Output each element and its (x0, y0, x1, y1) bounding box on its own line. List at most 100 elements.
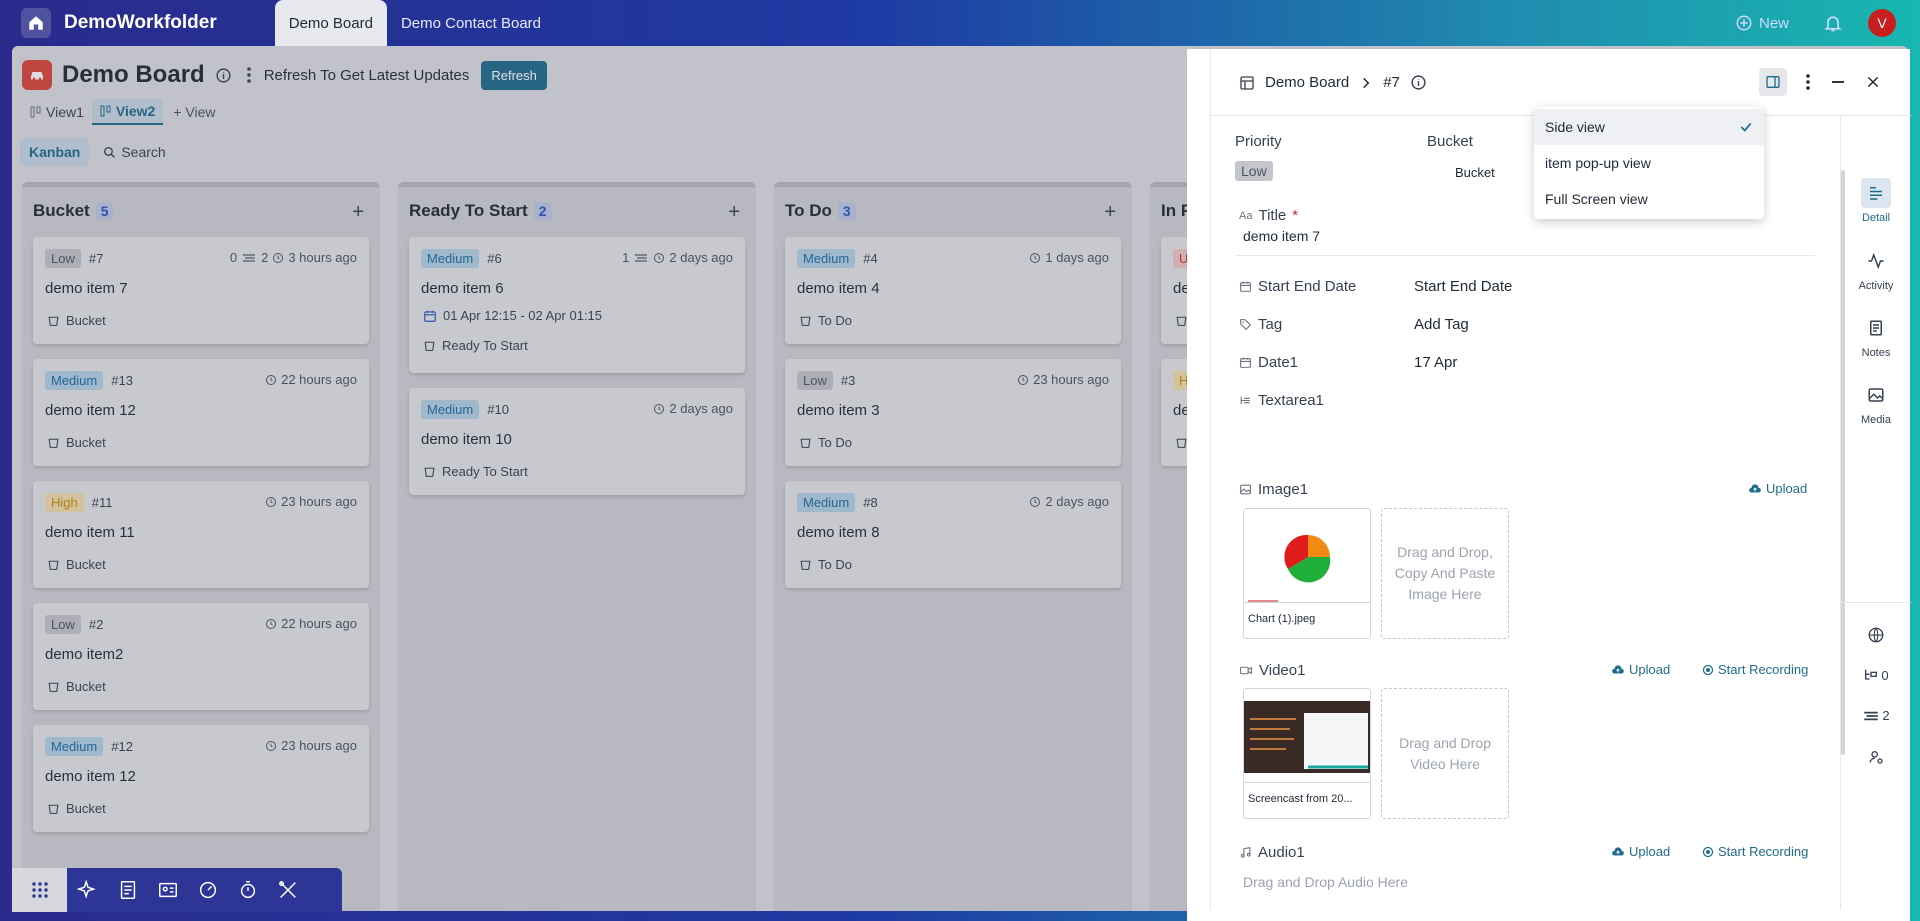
kebab-icon[interactable] (1805, 73, 1811, 91)
card-time: 2 days ago (669, 401, 733, 416)
start-end-date-field[interactable]: Start End Date (1414, 278, 1512, 295)
dropdown-item-popup-view[interactable]: item pop-up view (1534, 145, 1764, 181)
rail-tab-detail[interactable]: Detail (1841, 178, 1911, 224)
new-button[interactable]: New (1735, 14, 1789, 32)
rail-tab-media[interactable]: Media (1841, 380, 1911, 426)
dropdown-item-side-view[interactable]: Side view (1534, 109, 1764, 145)
add-card-button[interactable]: + (728, 201, 740, 224)
timer-icon[interactable] (237, 879, 259, 901)
priority-select[interactable]: Low (1235, 161, 1273, 181)
kebab-icon (246, 67, 251, 83)
bucket-icon (800, 438, 811, 448)
rail-tab-activity[interactable]: Activity (1841, 246, 1911, 292)
card-title: demo item 12 (45, 402, 136, 419)
kanban-card[interactable]: Medium #6 1 2 days ago demo item 6 01 Apr… (409, 237, 745, 373)
video-start-recording-button[interactable]: Start Recording (1702, 662, 1808, 677)
minimize-icon[interactable] (1829, 73, 1847, 91)
tab-demo-contact-board[interactable]: Demo Contact Board (387, 0, 555, 46)
document-icon[interactable] (117, 879, 139, 901)
view-mode-dropdown: Side view item pop-up view Full Screen v… (1534, 107, 1764, 219)
title-input[interactable]: demo item 7 (1235, 222, 1815, 256)
rail-linked-count[interactable]: 2 (1841, 708, 1911, 723)
chevron-right-icon (1363, 77, 1370, 88)
audio-start-recording-button[interactable]: Start Recording (1702, 844, 1808, 859)
add-card-button[interactable]: + (1104, 201, 1116, 224)
rail-count-a: 0 (1881, 667, 1889, 683)
kanban-card[interactable]: Low #7 0 2 3 hours ago demo item 7 Bucket (33, 237, 369, 344)
priority-badge: Low (797, 371, 833, 390)
rail-tab-notes[interactable]: Notes (1841, 313, 1911, 359)
card-id: #3 (840, 373, 856, 388)
close-icon[interactable] (1865, 74, 1881, 90)
board-menu-button[interactable] (246, 66, 252, 84)
video-dropzone[interactable]: Drag and Drop Video Here (1381, 688, 1509, 819)
clock-icon (654, 252, 665, 263)
apps-button[interactable] (12, 868, 67, 912)
top-bar: DemoWorkfolder Demo Board Demo Contact B… (0, 0, 1920, 46)
image-upload-button[interactable]: Upload (1748, 481, 1807, 496)
search-button[interactable]: Search (103, 144, 166, 160)
audio-dropzone[interactable]: Drag and Drop Audio Here (1243, 874, 1408, 890)
column-title: To Do (785, 201, 832, 220)
sparkle-icon[interactable] (77, 879, 99, 901)
subitems-icon (1865, 669, 1878, 680)
board-info-button[interactable] (215, 67, 232, 84)
breadcrumb-board[interactable]: Demo Board (1265, 74, 1349, 91)
tools-icon[interactable] (277, 879, 299, 901)
notifications-button[interactable] (1823, 13, 1843, 33)
column-bucket: Bucket 5 + Low #7 0 2 3 hours ago demo ite… (22, 182, 380, 911)
home-button[interactable] (21, 8, 51, 38)
kanban-card[interactable]: Medium #4 1 days ago demo item 4 To Do (785, 237, 1121, 344)
kanban-card[interactable]: Medium #12 23 hours ago demo item 12 Buck… (33, 725, 369, 832)
card-bucket: Bucket (66, 801, 106, 816)
add-card-button[interactable]: + (352, 201, 364, 224)
kanban-card[interactable]: Low #3 23 hours ago demo item 3 To Do (785, 359, 1121, 466)
new-label: New (1758, 14, 1789, 32)
video-thumbnail[interactable]: Screencast from 20... (1243, 688, 1371, 819)
refresh-button[interactable]: Refresh (481, 60, 547, 90)
add-tag-button[interactable]: Add Tag (1414, 316, 1469, 333)
calendar-icon (1240, 357, 1251, 368)
card-bucket: Bucket (66, 557, 106, 572)
kanban-card[interactable]: Medium #13 22 hours ago demo item 12 Buck… (33, 359, 369, 466)
audio-upload-button[interactable]: Upload (1611, 844, 1670, 859)
user-avatar[interactable]: V (1868, 9, 1896, 37)
image-file-name: Chart (1).jpeg (1244, 602, 1370, 638)
add-view-button[interactable]: + View (173, 104, 215, 120)
clock-icon (1030, 252, 1041, 263)
clock-icon (266, 374, 277, 385)
card-title: demo item 3 (797, 402, 880, 419)
card-id: #11 (91, 495, 113, 510)
bucket-select[interactable]: Bucket (1455, 165, 1495, 180)
card-title: demo item 6 (421, 280, 504, 297)
rail-label: Activity (1858, 280, 1894, 292)
subtask-count: 0 (229, 250, 238, 265)
info-icon[interactable] (1410, 74, 1427, 91)
dropdown-item-full-screen-view[interactable]: Full Screen view (1534, 181, 1764, 217)
image-thumbnail[interactable]: Chart (1).jpeg (1243, 508, 1371, 639)
video-upload-button[interactable]: Upload (1611, 662, 1670, 677)
view-tab-view1[interactable]: View1 (22, 99, 92, 125)
card-time: 23 hours ago (281, 494, 357, 509)
kanban-card[interactable]: Medium #8 2 days ago demo item 8 To Do (785, 481, 1121, 588)
card-title: demo item 8 (797, 524, 880, 541)
card-title: demo item 4 (797, 280, 880, 297)
rail-globe-button[interactable] (1841, 626, 1911, 644)
side-panel-icon (1766, 76, 1780, 88)
contact-card-icon[interactable] (157, 879, 179, 901)
tab-demo-board[interactable]: Demo Board (274, 0, 387, 46)
view-mode-button[interactable] (1759, 68, 1787, 96)
textarea1-field[interactable] (1235, 416, 1815, 476)
kanban-card[interactable]: Medium #10 2 days ago demo item 10 Ready … (409, 388, 745, 495)
rail-assignee-button[interactable] (1841, 749, 1911, 765)
rail-label: Detail (1861, 212, 1891, 224)
rail-subitems-count[interactable]: 0 (1841, 667, 1911, 683)
image-dropzone[interactable]: Drag and Drop, Copy And Paste Image Here (1381, 508, 1509, 639)
date1-field[interactable]: 17 Apr (1414, 354, 1457, 371)
kanban-button[interactable]: Kanban (20, 138, 90, 166)
view-tab-view2[interactable]: View2 (91, 99, 164, 125)
kanban-card[interactable]: High #11 23 hours ago demo item 11 Bucket (33, 481, 369, 588)
gauge-icon[interactable] (197, 879, 219, 901)
card-title: demo item 11 (45, 524, 135, 541)
kanban-card[interactable]: Low #2 22 hours ago demo item2 Bucket (33, 603, 369, 710)
